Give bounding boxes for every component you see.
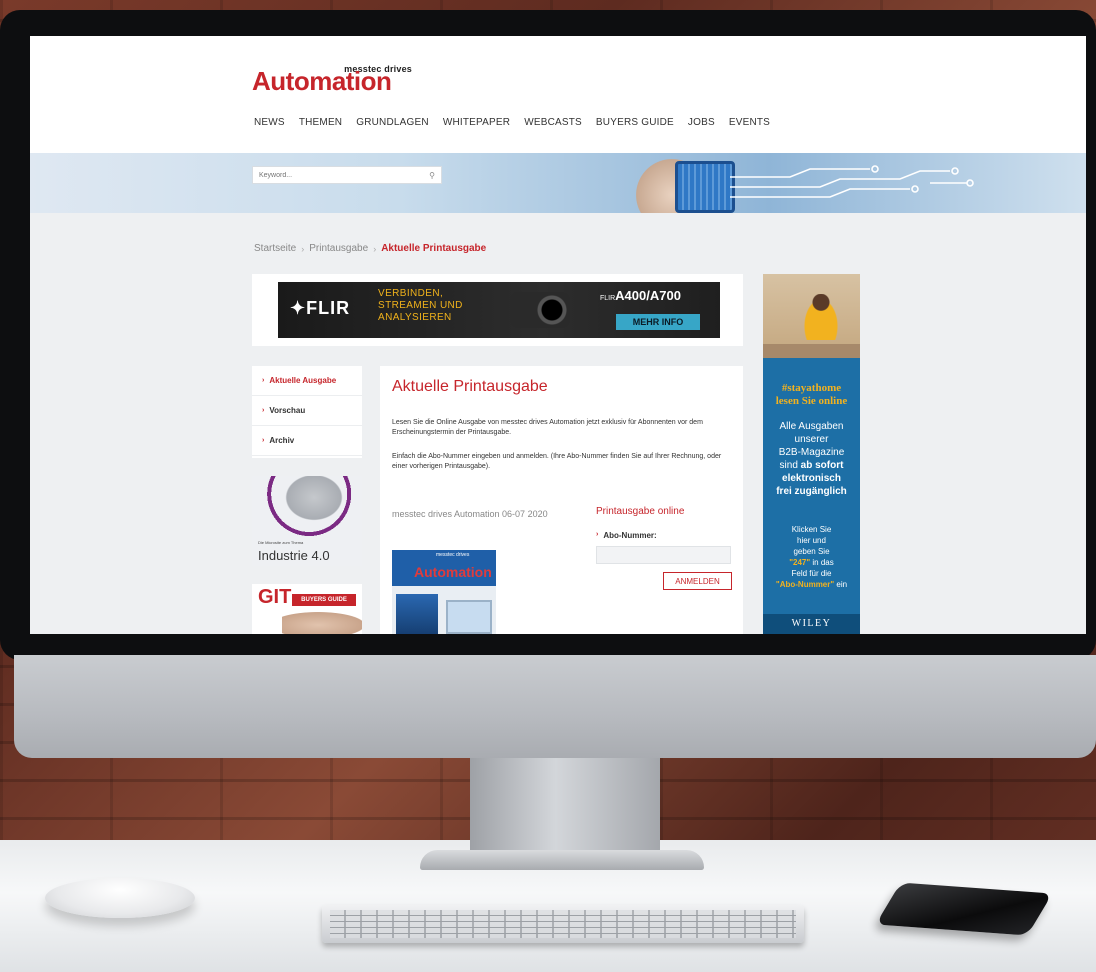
- nav-item-grundlagen[interactable]: GRUNDLAGEN: [356, 117, 429, 128]
- breadcrumb-current: Aktuelle Printausgabe: [381, 243, 487, 254]
- wiley-logo: WILEY: [763, 614, 860, 634]
- search-icon[interactable]: ⚲: [429, 171, 435, 180]
- browser-screen: messtec drives Automation NEWS THEMEN GR…: [30, 36, 1086, 634]
- chevron-right-icon: ›: [262, 437, 265, 444]
- sidenav-item-archiv[interactable]: › Archiv: [252, 426, 362, 456]
- monitor-stand: [470, 758, 660, 854]
- circuit-lines-icon: [730, 165, 974, 198]
- breadcrumb-section[interactable]: Printausgabe: [309, 243, 368, 254]
- hand-image: [282, 610, 362, 634]
- ad-more-info-button[interactable]: MEHR INFO: [616, 314, 700, 330]
- nav-item-themen[interactable]: THEMEN: [299, 117, 342, 128]
- nav-item-webcasts[interactable]: WEBCASTS: [524, 117, 582, 128]
- ad-instructions: Klicken Sie hier und geben Sie "247" in …: [775, 525, 848, 589]
- chevron-right-icon: ›: [373, 243, 377, 254]
- ad-message: Alle Ausgaben unserer B2B-Magazine sind …: [776, 421, 847, 497]
- search-input[interactable]: [259, 171, 409, 179]
- cover-subtitle: messtec drives: [436, 552, 470, 558]
- ad-banner-frame: ✦FLIR VERBINDEN, STREAMEN UND ANALYSIERE…: [252, 274, 743, 346]
- chevron-right-icon: ›: [262, 407, 265, 414]
- page-title: Aktuelle Printausgabe: [392, 378, 548, 395]
- login-button[interactable]: ANMELDEN: [663, 572, 732, 590]
- nav-item-buyers-guide[interactable]: BUYERS GUIDE: [596, 117, 674, 128]
- woman-laptop-image: [763, 274, 860, 358]
- issue-title[interactable]: messtec drives Automation 06-07 2020: [392, 508, 562, 521]
- banner-chip-icon: [675, 161, 735, 213]
- breadcrumb-home[interactable]: Startseite: [254, 243, 296, 254]
- hero-banner: ⚲: [30, 153, 1086, 213]
- buyers-guide-tag: BUYERS GUIDE: [292, 594, 356, 606]
- section-sidenav: › Aktuelle Ausgabe › Vorschau › Archiv: [252, 366, 362, 458]
- git-buyers-guide-promo[interactable]: GIT BUYERS GUIDE: [252, 584, 362, 634]
- git-logo: GIT: [258, 586, 292, 608]
- site-header: messtec drives Automation NEWS THEMEN GR…: [30, 36, 1086, 153]
- instructions-paragraph: Einfach die Abo-Nummer eingeben und anme…: [392, 453, 722, 470]
- nav-item-events[interactable]: EVENTS: [729, 117, 770, 128]
- sidenav-item-aktuelle-ausgabe[interactable]: › Aktuelle Ausgabe: [252, 366, 362, 396]
- chevron-right-icon: ›: [301, 243, 305, 254]
- ad-model: FLIRA400/A700: [600, 288, 681, 303]
- monitor-chin: [14, 655, 1096, 758]
- promo-subtitle: Die Microsite zum Thema: [258, 540, 304, 545]
- chevron-right-icon: ›: [262, 377, 265, 384]
- nav-item-news[interactable]: NEWS: [254, 117, 285, 128]
- site-logo[interactable]: messtec drives Automation: [252, 64, 412, 96]
- promo-title: Industrie 4.0: [258, 548, 330, 563]
- ad-hashtag: #stayathome lesen Sie online: [775, 382, 848, 407]
- abo-number-input[interactable]: [596, 546, 731, 564]
- print-online-heading: Printausgabe online: [596, 506, 685, 517]
- search-box[interactable]: ⚲: [252, 166, 442, 184]
- sidenav-item-vorschau[interactable]: › Vorschau: [252, 396, 362, 426]
- chevron-right-icon: ›: [596, 531, 599, 538]
- industrie-40-promo[interactable]: Die Microsite zum Thema Industrie 4.0: [252, 476, 362, 566]
- nav-item-whitepaper[interactable]: WHITEPAPER: [443, 117, 510, 128]
- abo-number-label: › Abo-Nummer:: [596, 531, 657, 540]
- mouse: [45, 878, 195, 918]
- flir-ad-banner[interactable]: ✦FLIR VERBINDEN, STREAMEN UND ANALYSIERE…: [278, 282, 720, 338]
- keyboard: [322, 905, 804, 943]
- robot-hand-image: [266, 476, 362, 536]
- main-content: Aktuelle Printausgabe Lesen Sie die Onli…: [380, 366, 743, 634]
- breadcrumb: Startseite › Printausgabe › Aktuelle Pri…: [254, 243, 486, 254]
- cover-device-image: [396, 594, 438, 634]
- logo-title: Automation: [252, 66, 392, 96]
- intro-paragraph: Lesen Sie die Online Ausgabe von messtec…: [392, 419, 703, 436]
- ad-brand-logo: ✦FLIR: [290, 298, 351, 318]
- cover-logo: Automation: [414, 564, 492, 580]
- nav-item-jobs[interactable]: JOBS: [688, 117, 715, 128]
- stayathome-skyscraper-ad[interactable]: #stayathome lesen Sie online Alle Ausgab…: [763, 274, 860, 634]
- main-nav: NEWS THEMEN GRUNDLAGEN WHITEPAPER WEBCAS…: [254, 117, 770, 128]
- issue-cover-image[interactable]: messtec drives Automation: [392, 550, 496, 634]
- monitor-stand-foot: [420, 850, 704, 870]
- ad-tagline: VERBINDEN, STREAMEN UND ANALYSIEREN: [378, 288, 463, 323]
- cover-tablet-image: [446, 600, 492, 634]
- camera-image: [510, 292, 570, 328]
